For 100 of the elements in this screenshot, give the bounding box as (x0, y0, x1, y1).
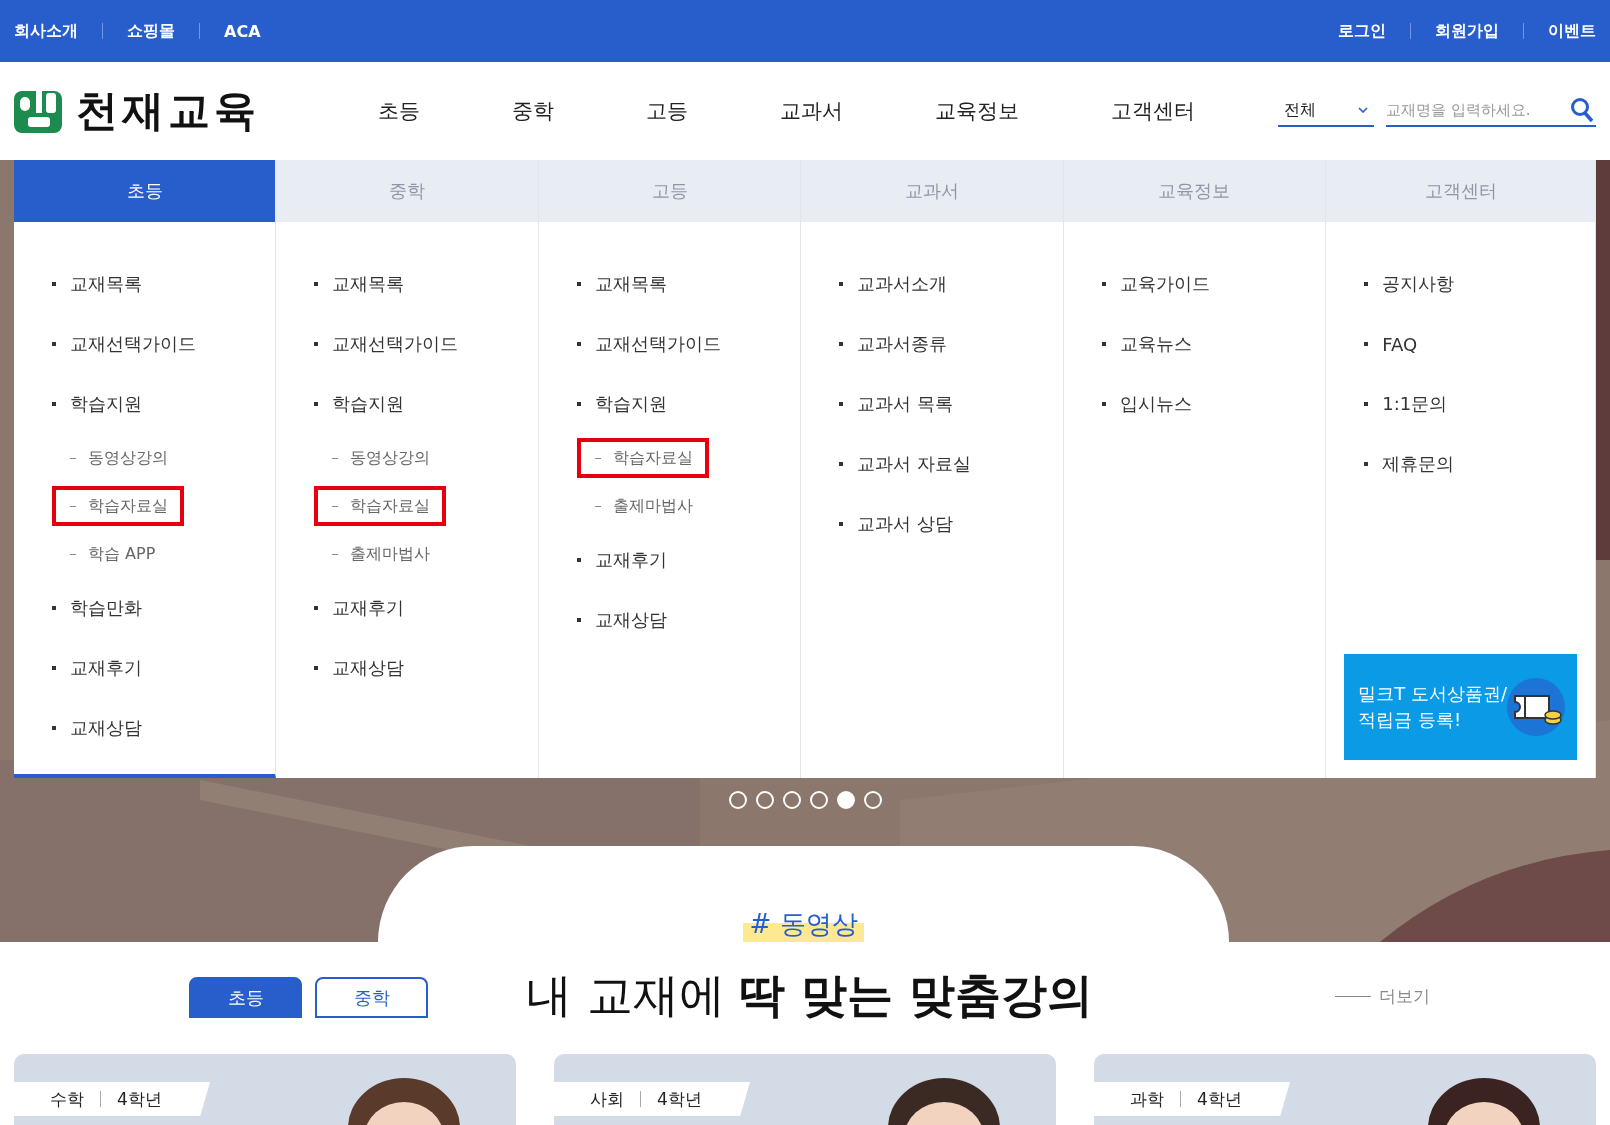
dash-icon (332, 505, 339, 507)
carousel-dot[interactable] (728, 791, 747, 809)
carousel-dot[interactable] (863, 791, 882, 809)
menu-tab[interactable]: 초등 (14, 160, 276, 222)
bullet-icon (839, 462, 844, 466)
grade-text: 4학년 (657, 1087, 702, 1111)
subject-text: 수학 (50, 1087, 84, 1111)
top-link[interactable]: 쇼핑몰 (127, 20, 175, 42)
submenu-item[interactable]: 출제마법사 (576, 486, 709, 526)
dash-icon (332, 553, 339, 555)
menu-item[interactable]: 교재선택가이드 (52, 314, 276, 374)
menu-item[interactable]: FAQ (1364, 314, 1595, 374)
section-title: 내 교재에 딱 맞는 맞춤강의 (526, 967, 1094, 1024)
bullet-icon (314, 606, 319, 610)
menu-item[interactable]: 학습지원 (576, 374, 801, 434)
menu-item[interactable]: 교과서 자료실 (839, 434, 1063, 494)
submenu-item[interactable]: 학습자료실 (52, 486, 184, 526)
menu-item[interactable]: 공지사항 (1364, 254, 1595, 314)
bullet-icon (52, 402, 56, 406)
bullet-icon (1364, 462, 1369, 466)
bullet-icon (1101, 402, 1106, 406)
menu-item[interactable]: 교재목록 (576, 254, 801, 314)
menu-item[interactable]: 교육가이드 (1101, 254, 1326, 314)
search-icon[interactable] (1570, 97, 1594, 123)
dash-icon (70, 505, 76, 507)
top-link[interactable]: ACA (224, 21, 261, 41)
bullet-icon (314, 342, 319, 346)
menu-item[interactable]: 학습만화 (52, 578, 276, 638)
submenu-item[interactable]: 동영상강의 (314, 438, 447, 478)
bullet-icon (839, 342, 844, 346)
menu-item[interactable]: 교과서종류 (839, 314, 1063, 374)
level-tab[interactable]: 초등 (189, 977, 302, 1018)
menu-item[interactable]: 입시뉴스 (1101, 374, 1326, 434)
bullet-icon (52, 666, 56, 670)
menu-item[interactable]: 교육뉴스 (1101, 314, 1326, 374)
menu-item[interactable]: 교재목록 (52, 254, 276, 314)
menu-item[interactable]: 교과서 상담 (839, 494, 1063, 554)
bullet-icon (1101, 342, 1106, 346)
menu-item[interactable]: 교재후기 (52, 638, 276, 698)
lecture-card[interactable]: 수학 4학년 (14, 1054, 516, 1125)
top-link[interactable]: 회원가입 (1435, 20, 1499, 42)
ticket-coin-icon (1507, 678, 1565, 736)
bullet-icon (52, 726, 56, 730)
menu-item[interactable]: 학습지원 (314, 374, 538, 434)
nav-item[interactable]: 고객센터 (1077, 97, 1233, 125)
bullet-icon (52, 282, 56, 286)
bullet-icon (1364, 402, 1369, 406)
dash-icon (594, 505, 601, 507)
submenu-item[interactable]: 학습자료실 (314, 486, 447, 526)
menu-item[interactable]: 교재후기 (314, 578, 538, 638)
submenu-item[interactable]: 출제마법사 (314, 534, 447, 574)
submenu-item[interactable]: 동영상강의 (52, 438, 184, 478)
logo-text[interactable]: 천재교육 (76, 83, 260, 139)
bullet-icon (1101, 282, 1106, 286)
menu-item[interactable]: 1:1문의 (1364, 374, 1595, 434)
menu-item[interactable]: 교재후기 (576, 530, 801, 590)
nav-item[interactable]: 중학 (478, 97, 592, 125)
menu-item[interactable]: 교재목록 (314, 254, 538, 314)
menu-item[interactable]: 교재상담 (52, 698, 276, 758)
lecture-card[interactable]: 과학 4학년 (1094, 1054, 1596, 1125)
search-scope-select[interactable]: 전체 (1278, 95, 1374, 127)
bullet-icon (576, 558, 581, 562)
submenu-item[interactable]: 학습 APP (52, 534, 172, 574)
nav-item[interactable]: 고등 (612, 97, 726, 125)
dash-icon (70, 457, 76, 459)
submenu-item[interactable]: 학습자료실 (576, 438, 709, 478)
nav-item[interactable]: 교과서 (746, 97, 881, 125)
menu-item[interactable]: 교재선택가이드 (314, 314, 538, 374)
bullet-icon (839, 522, 844, 526)
top-link[interactable]: 이벤트 (1548, 20, 1596, 42)
nav-item[interactable]: 초등 (344, 97, 458, 125)
carousel-dot[interactable] (782, 791, 801, 809)
dash-icon (594, 457, 601, 459)
menu-item[interactable]: 교과서소개 (839, 254, 1063, 314)
more-link[interactable]: 더보기 (1335, 984, 1430, 1008)
caret-icon (1358, 107, 1368, 113)
top-link[interactable]: 로그인 (1338, 20, 1386, 42)
carousel-dot[interactable] (755, 791, 774, 809)
bullet-icon (576, 402, 581, 406)
grade-text: 4학년 (1197, 1087, 1242, 1111)
menu-item[interactable]: 교재선택가이드 (576, 314, 801, 374)
bullet-icon (52, 342, 56, 346)
menu-item[interactable]: 제휴문의 (1364, 434, 1595, 494)
bullet-icon (314, 282, 319, 286)
bullet-icon (576, 282, 581, 286)
carousel-dot[interactable] (809, 791, 828, 809)
nav-item[interactable]: 교육정보 (901, 97, 1057, 125)
menu-item[interactable]: 학습지원 (52, 374, 276, 434)
bullet-icon (314, 666, 319, 670)
bullet-icon (1364, 282, 1369, 286)
bullet-icon (1364, 342, 1369, 346)
dash-icon (70, 553, 76, 555)
menu-item[interactable]: 교과서 목록 (839, 374, 1063, 434)
menu-item[interactable]: 교재상담 (576, 590, 801, 650)
dash-icon (332, 457, 339, 459)
menu-item[interactable]: 교재상담 (314, 638, 538, 698)
lecture-card[interactable]: 사회 4학년 (554, 1054, 1056, 1125)
subject-text: 과학 (1130, 1087, 1164, 1111)
top-link[interactable]: 회사소개 (14, 20, 78, 42)
level-tab[interactable]: 중학 (315, 977, 428, 1018)
